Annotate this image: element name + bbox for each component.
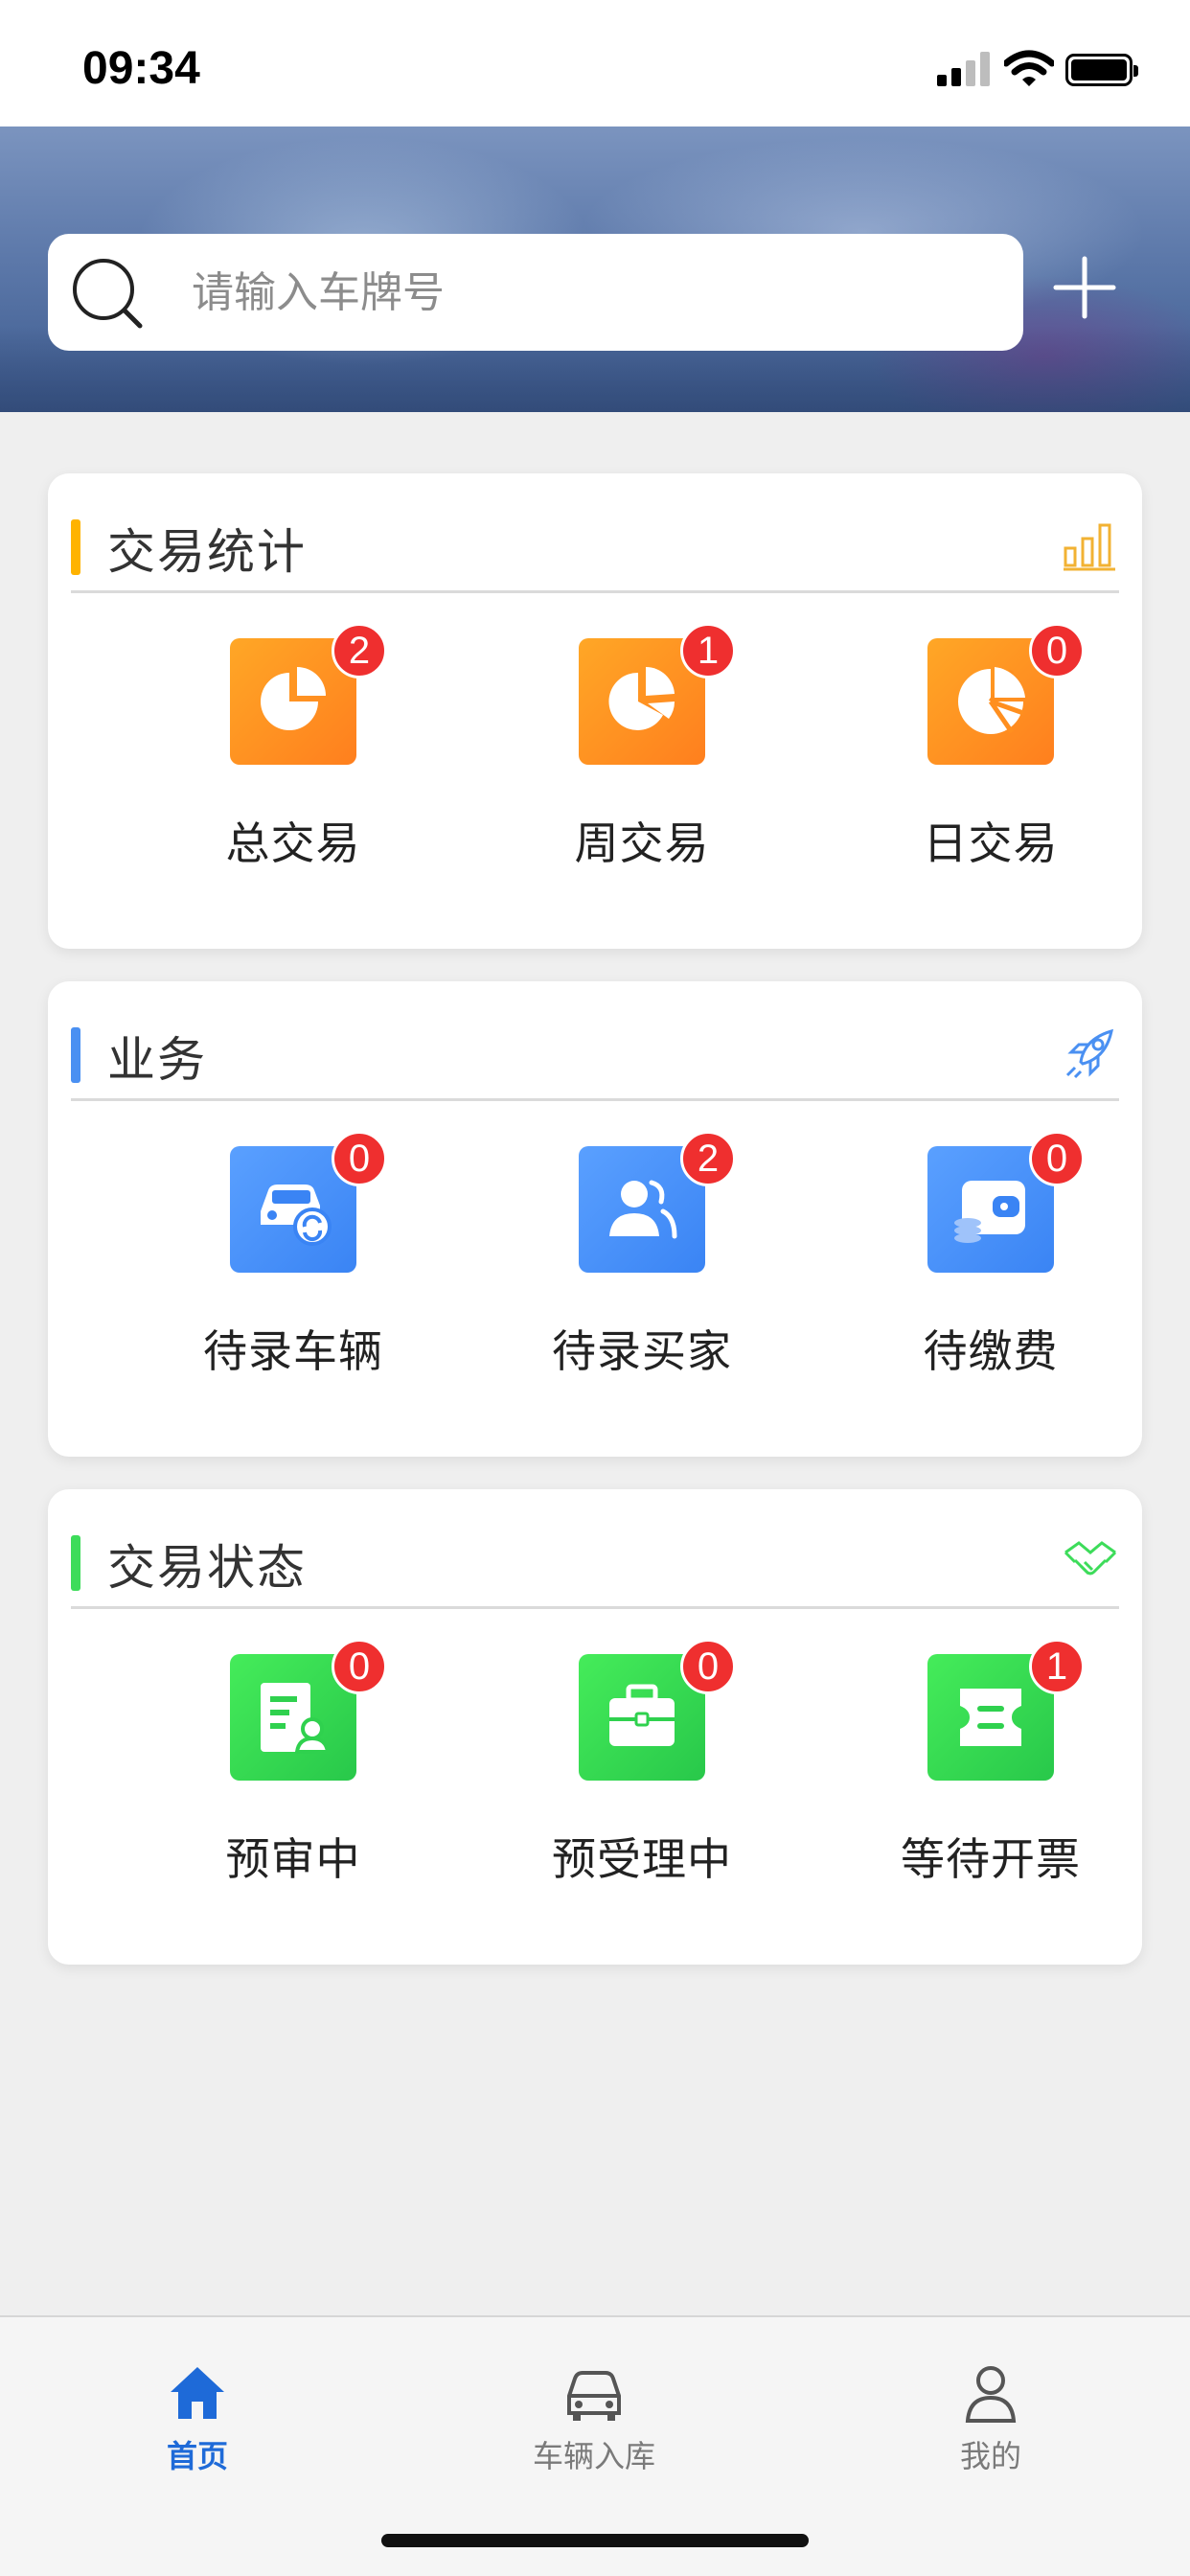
badge: 1 [680,623,736,678]
item-label: 待录车辆 [203,1325,383,1377]
card-header: 交易统计 [71,512,1119,581]
item-label: 预审中 [225,1833,361,1885]
item-pre-acceptance[interactable]: 0 预受理中 [498,1639,786,1903]
badge: 0 [1029,623,1085,678]
header-banner [0,126,1190,412]
badge: 0 [680,1639,736,1694]
badge: 0 [332,1639,387,1694]
badge: 2 [332,623,387,678]
home-indicator [381,2534,809,2547]
item-pending-payment[interactable]: 0 待缴费 [847,1131,1134,1395]
badge: 0 [1029,1131,1085,1186]
item-awaiting-invoice[interactable]: 1 等待开票 [847,1639,1134,1903]
bar-chart-icon[interactable] [1062,516,1119,573]
item-label: 待录买家 [552,1325,732,1377]
card-business: 业务 0 待录车辆 2 待录买家 0 待缴费 [48,981,1142,1457]
item-pending-vehicles[interactable]: 0 待录车辆 [149,1131,437,1395]
search-icon [73,259,143,329]
card-items: 2 总交易 1 周交易 0 日交易 [48,623,1142,887]
card-title: 交易统计 [107,524,307,580]
card-title: 交易状态 [107,1540,307,1596]
item-weekly-transactions[interactable]: 1 周交易 [498,623,786,887]
tab-profile[interactable]: 我的 [876,2363,1106,2488]
item-label: 预受理中 [552,1833,732,1885]
rocket-icon[interactable] [1062,1024,1119,1081]
card-items: 0 预审中 0 预受理中 1 等待开票 [48,1639,1142,1903]
wifi-icon [1004,50,1054,86]
badge: 0 [332,1131,387,1186]
tab-label: 首页 [166,2438,228,2474]
search-box[interactable] [48,234,1023,351]
battery-icon [1065,54,1138,86]
card-items: 0 待录车辆 2 待录买家 0 待缴费 [48,1131,1142,1395]
item-daily-transactions[interactable]: 0 日交易 [847,623,1134,887]
card-transaction-status: 交易状态 0 预审中 0 预受理中 1 等待开票 [48,1489,1142,1965]
item-pending-buyers[interactable]: 2 待录买家 [498,1131,786,1395]
badge: 1 [1029,1639,1085,1694]
card-header: 交易状态 [71,1528,1119,1597]
status-bar: 09:34 [0,0,1190,126]
status-time: 09:34 [82,43,200,94]
item-label: 待缴费 [923,1325,1059,1377]
handshake-icon[interactable] [1062,1531,1119,1589]
car-icon [567,2371,621,2421]
item-label: 周交易 [574,817,710,869]
plus-icon[interactable] [1046,249,1123,326]
divider [71,590,1119,593]
tab-label: 我的 [959,2438,1021,2474]
user-icon [965,2366,1017,2423]
item-label: 总交易 [225,817,361,869]
item-pre-review[interactable]: 0 预审中 [149,1639,437,1903]
card-header: 业务 [71,1020,1119,1089]
card-transaction-stats: 交易统计 2 总交易 1 周交易 0 日交易 [48,473,1142,949]
divider [71,1098,1119,1101]
tab-label: 车辆入库 [532,2438,655,2474]
accent-bar [71,1535,80,1591]
badge: 2 [680,1131,736,1186]
accent-bar [71,1027,80,1083]
search-input[interactable] [192,257,996,328]
item-total-transactions[interactable]: 2 总交易 [149,623,437,887]
tab-vehicle-storage[interactable]: 车辆入库 [479,2363,709,2488]
item-label: 等待开票 [901,1833,1081,1885]
accent-bar [71,519,80,575]
signal-icon [937,52,991,86]
divider [71,1606,1119,1609]
card-title: 业务 [107,1032,207,1088]
tab-home[interactable]: 首页 [82,2363,312,2488]
home-icon [171,2367,224,2419]
item-label: 日交易 [923,817,1059,869]
